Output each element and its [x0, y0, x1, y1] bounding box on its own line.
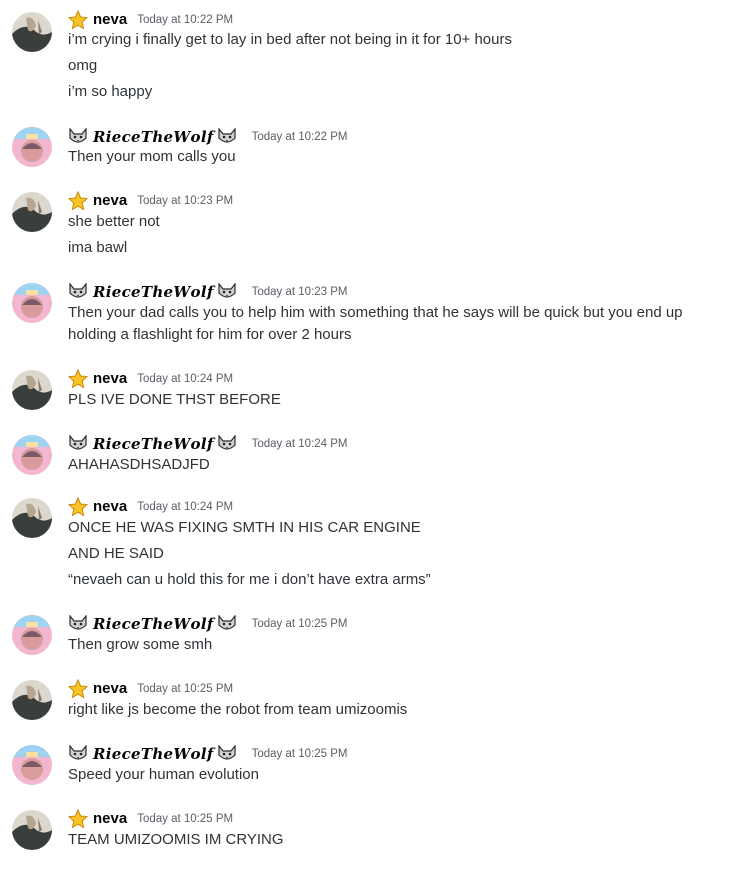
timestamp[interactable]: Today at 10:25 PM [252, 744, 348, 764]
timestamp[interactable]: Today at 10:25 PM [137, 679, 233, 699]
avatar-neva[interactable] [12, 370, 52, 410]
wolf-icon [68, 745, 88, 763]
avatar-neva[interactable] [12, 680, 52, 720]
wolf-icon [68, 128, 88, 146]
username[interactable]: neva [93, 191, 127, 211]
message-header: neva Today at 10:25 PM [68, 809, 233, 829]
message-text: AND HE SAID [68, 545, 164, 562]
message-text: i’m crying i finally get to lay in bed a… [68, 31, 512, 48]
message-text: i’m so happy [68, 83, 153, 100]
star-icon [68, 369, 88, 389]
avatar-neva[interactable] [12, 498, 52, 538]
star-icon [68, 497, 88, 517]
message-header: neva Today at 10:22 PM [68, 10, 233, 30]
username[interactable]: neva [93, 809, 127, 829]
avatar-riece[interactable] [12, 435, 52, 475]
username[interactable]: 𝑹𝒊𝒆𝒄𝒆𝑻𝒉𝒆𝑾𝒐𝒍𝒇 [93, 614, 214, 634]
timestamp[interactable]: Today at 10:23 PM [137, 191, 233, 211]
message-header: 𝑹𝒊𝒆𝒄𝒆𝑻𝒉𝒆𝑾𝒐𝒍𝒇 Today at 10:22 PM [68, 127, 348, 147]
timestamp[interactable]: Today at 10:23 PM [252, 282, 348, 302]
wolf-icon [217, 128, 237, 146]
timestamp[interactable]: Today at 10:24 PM [137, 497, 233, 517]
username[interactable]: 𝑹𝒊𝒆𝒄𝒆𝑻𝒉𝒆𝑾𝒐𝒍𝒇 [93, 127, 214, 147]
message-header: 𝑹𝒊𝒆𝒄𝒆𝑻𝒉𝒆𝑾𝒐𝒍𝒇 Today at 10:23 PM [68, 282, 348, 302]
avatar-neva[interactable] [12, 810, 52, 850]
wolf-icon [68, 615, 88, 633]
message-text: right like js become the robot from team… [68, 701, 408, 718]
message-header: 𝑹𝒊𝒆𝒄𝒆𝑻𝒉𝒆𝑾𝒐𝒍𝒇 Today at 10:24 PM [68, 434, 348, 454]
avatar-riece[interactable] [12, 615, 52, 655]
star-icon [68, 679, 88, 699]
wolf-icon [217, 283, 237, 301]
username[interactable]: neva [93, 369, 127, 389]
avatar-neva[interactable] [12, 12, 52, 52]
timestamp[interactable]: Today at 10:22 PM [252, 127, 348, 147]
wolf-icon [217, 615, 237, 633]
avatar-riece[interactable] [12, 745, 52, 785]
username[interactable]: neva [93, 10, 127, 30]
timestamp[interactable]: Today at 10:24 PM [137, 369, 233, 389]
wolf-icon [68, 283, 88, 301]
avatar-riece[interactable] [12, 283, 52, 323]
username[interactable]: 𝑹𝒊𝒆𝒄𝒆𝑻𝒉𝒆𝑾𝒐𝒍𝒇 [93, 744, 214, 764]
message-header: neva Today at 10:23 PM [68, 191, 233, 211]
username[interactable]: 𝑹𝒊𝒆𝒄𝒆𝑻𝒉𝒆𝑾𝒐𝒍𝒇 [93, 434, 214, 454]
message-text: Speed your human evolution [68, 766, 259, 783]
message-text: PLS IVE DONE THST BEFORE [68, 391, 281, 408]
avatar-riece[interactable] [12, 127, 52, 167]
message-text: Then grow some smh [68, 636, 213, 653]
message-text: omg [68, 57, 98, 74]
message-header: 𝑹𝒊𝒆𝒄𝒆𝑻𝒉𝒆𝑾𝒐𝒍𝒇 Today at 10:25 PM [68, 744, 348, 764]
star-icon [68, 10, 88, 30]
timestamp[interactable]: Today at 10:25 PM [137, 809, 233, 829]
message-text: ONCE HE WAS FIXING SMTH IN HIS CAR ENGIN… [68, 519, 421, 536]
message-text: Then your mom calls you [68, 148, 236, 165]
username[interactable]: 𝑹𝒊𝒆𝒄𝒆𝑻𝒉𝒆𝑾𝒐𝒍𝒇 [93, 282, 214, 302]
username[interactable]: neva [93, 497, 127, 517]
message-text: AHAHASDHSADJFD [68, 456, 210, 473]
wolf-icon [217, 435, 237, 453]
wolf-icon [217, 745, 237, 763]
message-text: Then your dad calls you to help him with… [68, 304, 683, 343]
star-icon [68, 191, 88, 211]
timestamp[interactable]: Today at 10:25 PM [252, 614, 348, 634]
message-text: she better not [68, 213, 160, 230]
avatar-neva[interactable] [12, 192, 52, 232]
message-header: neva Today at 10:25 PM [68, 679, 233, 699]
username[interactable]: neva [93, 679, 127, 699]
timestamp[interactable]: Today at 10:22 PM [137, 10, 233, 30]
message-header: 𝑹𝒊𝒆𝒄𝒆𝑻𝒉𝒆𝑾𝒐𝒍𝒇 Today at 10:25 PM [68, 614, 348, 634]
wolf-icon [68, 435, 88, 453]
timestamp[interactable]: Today at 10:24 PM [252, 434, 348, 454]
message-text: “nevaeh can u hold this for me i don’t h… [68, 571, 431, 588]
message-text: TEAM UMIZOOMIS IM CRYING [68, 831, 284, 848]
message-header: neva Today at 10:24 PM [68, 369, 233, 389]
message-text: ima bawl [68, 239, 128, 256]
message-header: neva Today at 10:24 PM [68, 497, 233, 517]
star-icon [68, 809, 88, 829]
